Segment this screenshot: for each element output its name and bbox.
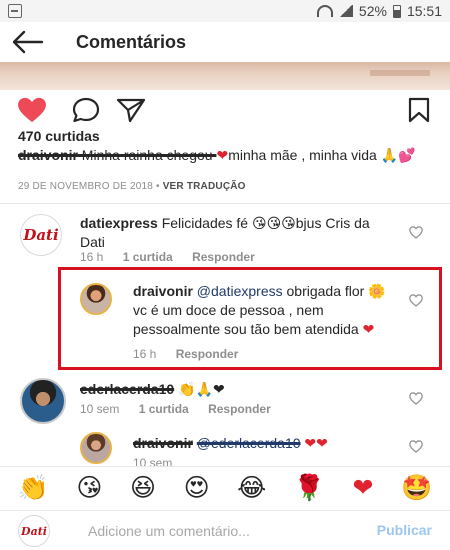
emoji-rose-button[interactable]: 🌹: [294, 476, 325, 501]
comment-text: draivonir @ederlacerda10 ❤❤: [133, 434, 403, 453]
comment-composer: Dati Publicar: [0, 510, 450, 550]
comment-time: 16 h: [133, 347, 157, 361]
comment-text: ederlacerda10 👏🙏❤: [80, 380, 398, 399]
post-meta: 29 DE NOVEMBRO DE 2018 • VER TRADUÇÃO: [18, 181, 246, 192]
post-actions: [0, 92, 450, 126]
battery-icon: [392, 4, 401, 18]
avatar[interactable]: [20, 378, 66, 424]
comment-input[interactable]: [88, 520, 348, 542]
bookmark-icon[interactable]: [407, 97, 431, 123]
wifi-icon: [316, 5, 333, 17]
comment-meta: 16 h Responder: [133, 347, 254, 361]
clock: 15:51: [406, 3, 442, 19]
post-date: 29 DE NOVEMBRO DE 2018: [18, 181, 154, 192]
comment-like-icon[interactable]: [409, 226, 423, 239]
comment-meta: 10 sem 1 curtida Responder: [80, 402, 287, 416]
caption-redacted-text: Minha rainha chegou: [77, 147, 217, 163]
caption-heart: ❤: [216, 147, 229, 163]
signal-icon: [338, 5, 353, 17]
comment-body: ❤❤: [304, 435, 328, 451]
comment-time: 16 h: [80, 250, 104, 264]
comment-heart: ❤: [362, 321, 375, 337]
post-image[interactable]: [0, 62, 450, 90]
emoji-laugh-button[interactable]: 😆: [130, 476, 156, 501]
back-arrow-icon[interactable]: [10, 30, 44, 54]
emoji-clap-button[interactable]: 👏: [18, 476, 49, 501]
emoji-star-eyes-button[interactable]: 🤩: [401, 476, 432, 501]
emoji-heart-eyes-button[interactable]: 😍: [184, 476, 210, 501]
reply-button[interactable]: Responder: [208, 402, 271, 416]
like-heart-icon[interactable]: [16, 97, 48, 123]
comment-username[interactable]: datiexpress: [80, 215, 158, 231]
publish-button[interactable]: Publicar: [377, 522, 432, 538]
page-title: Comentários: [76, 32, 187, 52]
comment-time: 10 sem: [80, 402, 120, 416]
comment-like-icon[interactable]: [409, 294, 423, 307]
comment-text: draivonir @datiexpress obrigada flor 🌼 v…: [133, 282, 403, 339]
avatar[interactable]: [80, 283, 112, 315]
emoji-kiss-button[interactable]: 😘: [76, 476, 102, 501]
divider: [0, 203, 450, 204]
comment-mention[interactable]: @datiexpress: [197, 283, 283, 299]
comment-icon[interactable]: [72, 97, 100, 123]
avatar[interactable]: Dati: [20, 214, 62, 256]
comment-mention[interactable]: @ederlacerda10: [197, 435, 301, 451]
likes-count[interactable]: 470 curtidas: [18, 128, 100, 144]
comment-text: datiexpress Felicidades fé 😘😘😘bjus Cris …: [80, 214, 398, 252]
comment-like-icon[interactable]: [409, 440, 423, 453]
comment-username[interactable]: draivonir: [133, 283, 193, 299]
comment-username[interactable]: ederlacerda10: [80, 381, 174, 397]
composer-avatar: Dati: [18, 515, 50, 547]
reply-button[interactable]: Responder: [192, 250, 255, 264]
caption-text: minha mãe , minha vida 🙏💕: [228, 147, 416, 163]
caption-username[interactable]: draivonir: [18, 147, 78, 163]
comment-likes[interactable]: 1 curtida: [123, 250, 173, 264]
avatar[interactable]: [80, 432, 112, 464]
status-bar: 52% 15:51: [0, 0, 450, 22]
see-translation-link[interactable]: VER TRADUÇÃO: [163, 181, 246, 192]
emoji-bar: 👏 😘 😆 😍 😂 🌹 ❤ 🤩: [0, 466, 450, 510]
emoji-tears-joy-button[interactable]: 😂: [237, 476, 266, 501]
dati-logo: Dati: [21, 524, 47, 538]
emoji-heart-button[interactable]: ❤: [353, 476, 374, 501]
comment-username[interactable]: draivonir: [133, 435, 193, 451]
post-caption: draivonir Minha rainha chegou ❤minha mãe…: [18, 146, 438, 165]
notification-icon: [8, 4, 22, 18]
comment-likes[interactable]: 1 curtida: [139, 402, 189, 416]
comment-like-icon[interactable]: [409, 392, 423, 405]
comment-body: 👏🙏❤: [178, 381, 225, 397]
app-header: Comentários: [0, 22, 450, 62]
reply-button[interactable]: Responder: [176, 347, 239, 361]
dati-logo: Dati: [23, 226, 59, 244]
share-icon[interactable]: [116, 97, 146, 123]
comment-meta: 16 h 1 curtida Responder: [80, 250, 271, 264]
battery-percent: 52%: [358, 3, 387, 19]
